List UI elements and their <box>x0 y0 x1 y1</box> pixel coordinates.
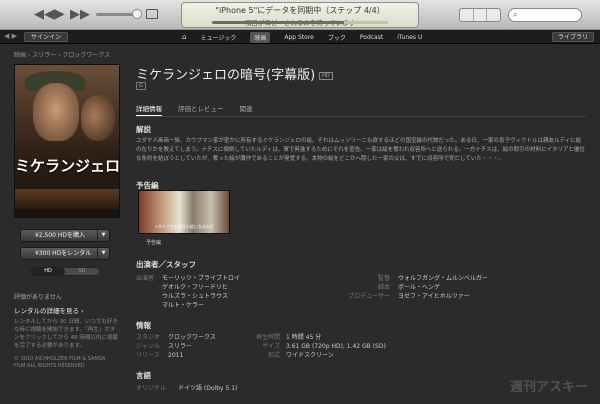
detail-tabs: 詳細情報 評価とレビュー 関連 <box>136 103 253 116</box>
hd-badge: HD <box>319 71 333 80</box>
view-switcher[interactable] <box>459 8 501 22</box>
actors-block: 出演者 <box>136 275 155 282</box>
store-nav-items: ⌂ ミュージック 映画 App Store ブック Podcast iTunes U <box>182 30 422 44</box>
trailer-label[interactable]: 予告編 <box>146 239 161 246</box>
nav-item[interactable]: App Store <box>284 34 314 41</box>
crew-labels: 監督 脚本 プロデューサー <box>348 275 390 300</box>
quality-toggle[interactable]: HD SD <box>30 267 100 276</box>
play-icon[interactable]: ▶ <box>54 6 65 22</box>
crew-values: ウォルフガング・ムルンベルガー ポール・ヘンゲ ヨゼフ・アイヒホルツァー <box>398 274 488 301</box>
quality-sd-option[interactable]: SD <box>65 268 99 275</box>
actor-name[interactable]: モーリッツ・ブライブトロイ <box>162 274 240 283</box>
description-heading: 解説 <box>136 125 151 134</box>
page-title: ミケランジェロの暗号(字幕版) HD <box>136 64 333 83</box>
writer-name[interactable]: ポール・ヘンゲ <box>398 283 488 292</box>
back-forward-icon[interactable]: ◀ ▶ <box>4 32 17 40</box>
nav-item[interactable]: 映画 <box>250 31 271 43</box>
volume-knob[interactable] <box>132 9 142 19</box>
info-right: 再生時間 1 時間 45 分 サイズ 3.61 GB (720p HD), 1.42… <box>255 334 386 359</box>
buy-hd-button[interactable]: ¥2,500 HDを購入 ▼ <box>20 229 110 242</box>
info-heading: 情報 <box>136 321 151 330</box>
view-grid-button[interactable] <box>474 9 488 21</box>
watermark-logo: 週刊アスキー <box>510 380 589 395</box>
description-text: ユダヤ人画商一族、カウフマン家が密かに所有するミケランジェロの絵。それはムッソリ… <box>136 138 585 162</box>
rating-badge: G <box>136 82 146 90</box>
cast-heading: 出演者／スタッフ <box>136 260 196 269</box>
info-left: スタジオ クロックワークス ジャンル スリラー リリース 2011 <box>136 334 216 359</box>
movie-poster: ミケランジェロの暗号 <box>14 64 120 218</box>
fast-forward-icon[interactable]: ▶▶ <box>70 7 90 22</box>
home-icon[interactable]: ⌂ <box>182 33 186 41</box>
director-name[interactable]: ウォルフガング・ムルンベルガー <box>398 274 488 283</box>
status-display: "iPhone 5"にデータを同期中（ステップ 4/4） 項目がコピーされるのを… <box>181 2 419 28</box>
tab-related[interactable]: 関連 <box>240 103 253 116</box>
quality-hd-option[interactable]: HD <box>31 268 65 275</box>
rent-details-link[interactable]: レンタルの詳細を見る › <box>14 305 84 315</box>
sync-progress-bar <box>212 21 388 24</box>
poster-title: ミケランジェロの暗号 <box>15 157 120 175</box>
airplay-icon[interactable] <box>146 9 158 19</box>
language-heading: 言語 <box>136 371 151 380</box>
language-row: オリジナル ドイツ語 (Dolby 5.1) <box>136 385 238 392</box>
store-navbar: ◀ ▶ サインイン ⌂ ミュージック 映画 App Store ブック Podcast iT… <box>0 30 600 44</box>
rewind-icon[interactable]: ◀◀ <box>34 7 54 22</box>
view-list-button[interactable] <box>460 9 474 21</box>
view-coverflow-button[interactable] <box>487 9 500 21</box>
toolbar: ◀◀ ▶ ▶▶ "iPhone 5"にデータを同期中（ステップ 4/4） 項目が… <box>0 0 600 30</box>
volume-slider[interactable] <box>96 13 136 16</box>
breadcrumb[interactable]: 映画 › スリラー › クロックワークス <box>14 50 110 59</box>
library-button[interactable]: ライブラリ <box>552 32 595 42</box>
actor-name[interactable]: ゲオルク・フリードリヒ <box>162 283 240 292</box>
tab-details[interactable]: 詳細情報 <box>136 103 162 116</box>
rent-note: レンタルしてから 30 日間、いつでも好きな時に視聴を開始できます。「再生」ボタ… <box>14 319 118 349</box>
producer-name[interactable]: ヨゼフ・アイヒホルツァー <box>398 292 488 301</box>
actors-list: モーリッツ・ブライブトロイ ゲオルク・フリードリヒ ウルズラ・シュトラウス マル… <box>162 274 240 310</box>
trailer-subtitle: イタリアとの友好の証になるのだ <box>154 224 214 229</box>
sync-status-text: "iPhone 5"にデータを同期中（ステップ 4/4） <box>215 6 385 15</box>
rent-hd-button[interactable]: ¥300 HDをレンタル ▼ <box>20 247 110 260</box>
trailer-thumbnail[interactable]: イタリアとの友好の証になるのだ <box>138 190 230 234</box>
actor-name[interactable]: マルト・ケラー <box>162 301 240 310</box>
chevron-down-icon: ▼ <box>97 248 109 259</box>
copyright: © 2010 AICHHOLZER FILM & SAMSA FILM ALL … <box>14 356 106 369</box>
nav-item[interactable]: Podcast <box>360 34 383 41</box>
search-input[interactable]: ⌕ <box>508 8 582 22</box>
nav-item[interactable]: ミュージック <box>200 33 236 42</box>
search-icon: ⌕ <box>513 10 518 19</box>
tab-reviews[interactable]: 評価とレビュー <box>178 103 224 116</box>
nav-item[interactable]: iTunes U <box>397 34 422 41</box>
no-rating-text: 評価がありません <box>14 294 62 301</box>
nav-item[interactable]: ブック <box>328 33 346 42</box>
chevron-down-icon: ▼ <box>97 230 109 241</box>
actor-name[interactable]: ウルズラ・シュトラウス <box>162 292 240 301</box>
signin-button[interactable]: サインイン <box>24 32 69 42</box>
